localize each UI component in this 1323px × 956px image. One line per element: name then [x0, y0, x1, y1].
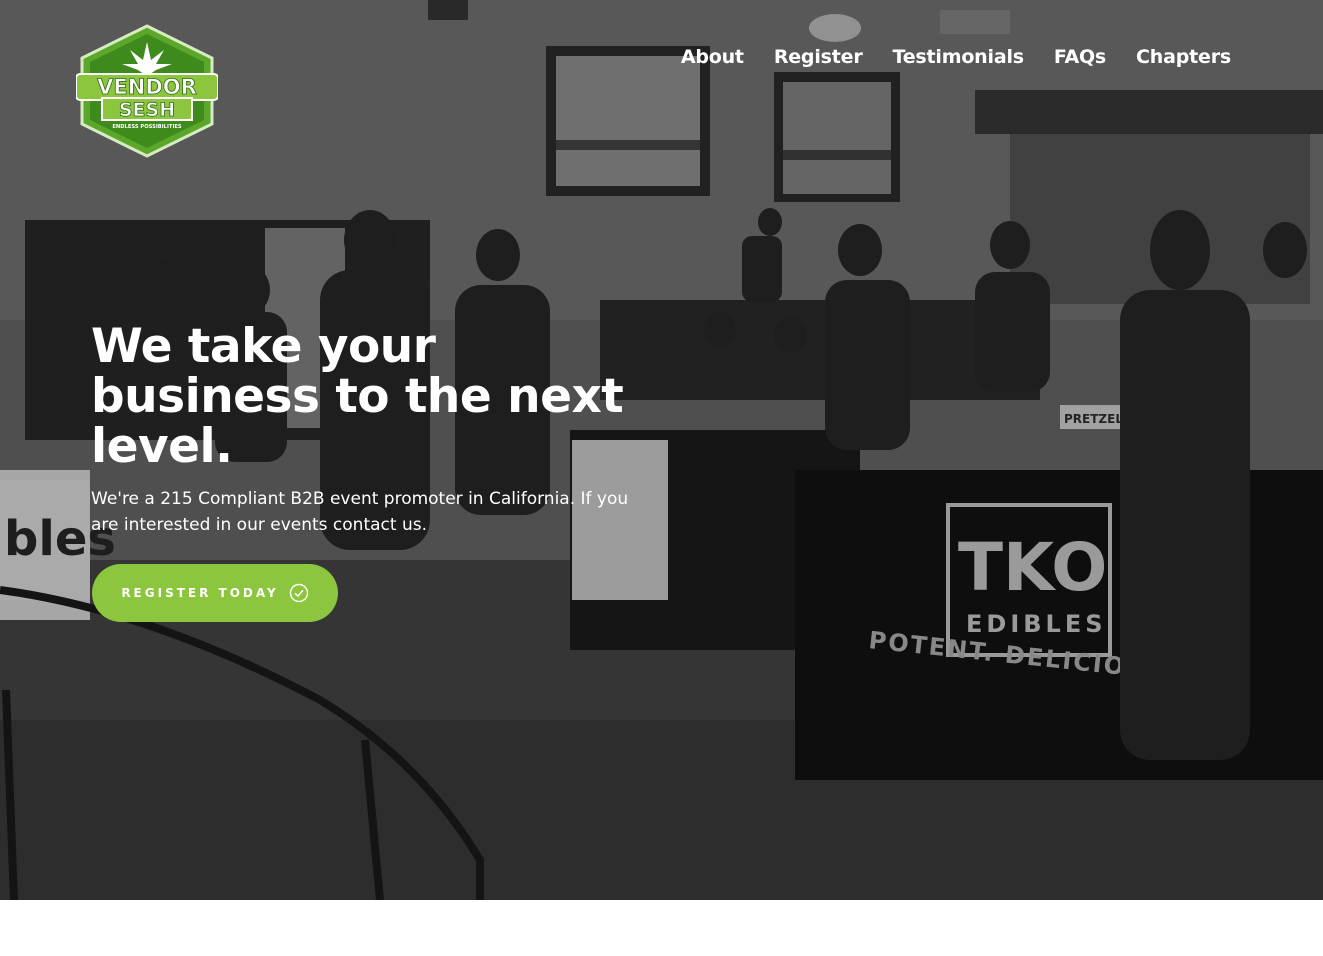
logo-tagline: ENDLESS POSSIBILITIES	[112, 124, 182, 130]
nav-item-chapters[interactable]: Chapters	[1136, 46, 1231, 68]
hero-headline: We take your business to the next level.	[91, 319, 624, 474]
check-circle-icon	[289, 583, 308, 603]
vendor-sesh-logo[interactable]: VENDOR SESH ENDLESS POSSIBILITIES	[76, 24, 218, 158]
hero-subtext: We're a 215 Compliant B2B event promoter…	[91, 489, 629, 535]
register-today-button[interactable]: REGISTER TODAY	[92, 564, 338, 622]
nav-item-faqs[interactable]: FAQs	[1054, 46, 1106, 68]
nav-item-register[interactable]: Register	[774, 46, 863, 68]
nav-item-about[interactable]: About	[681, 46, 744, 68]
hero-section: bles TKO EDIBLES POTENT. DELICIOUS. EVE …	[0, 0, 1323, 900]
main-nav: About Register Testimonials FAQs Chapter…	[681, 46, 1231, 68]
logo-line2: SESH	[119, 99, 175, 121]
register-today-label: REGISTER TODAY	[121, 586, 279, 600]
nav-item-testimonials[interactable]: Testimonials	[893, 46, 1025, 68]
logo-line1: VENDOR	[97, 75, 197, 99]
below-hero-area	[0, 900, 1323, 956]
